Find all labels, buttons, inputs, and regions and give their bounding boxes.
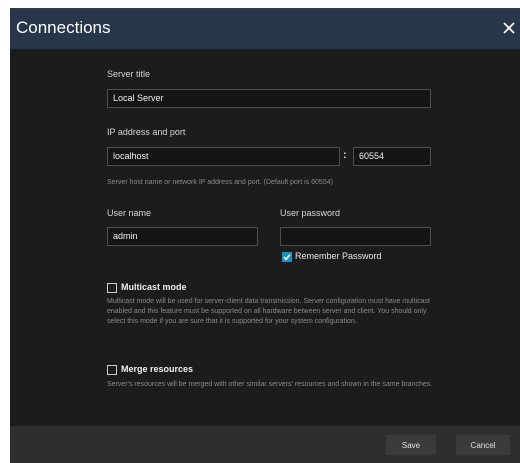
merge-resources-description: Server's resources will be merged with o… bbox=[107, 381, 433, 388]
remember-password-label[interactable]: Remember Password bbox=[295, 251, 382, 261]
username-input[interactable]: admin bbox=[107, 227, 258, 246]
server-title-input[interactable]: Local Server bbox=[107, 89, 431, 108]
dialog-title: Connections bbox=[16, 18, 111, 37]
remember-password-checkbox[interactable] bbox=[282, 252, 292, 262]
cancel-button[interactable]: Cancel bbox=[456, 435, 510, 455]
connections-dialog: Connections Server title Local Server IP… bbox=[10, 8, 520, 463]
password-label: User password bbox=[280, 208, 341, 218]
multicast-checkbox[interactable] bbox=[107, 283, 117, 293]
username-label: User name bbox=[107, 208, 152, 218]
ip-address-label: IP address and port bbox=[107, 127, 186, 137]
close-button[interactable] bbox=[499, 17, 519, 39]
server-title-label: Server title bbox=[107, 69, 151, 79]
host-input[interactable]: localhost bbox=[107, 147, 340, 166]
address-hint: Server host name or network IP address a… bbox=[107, 179, 333, 186]
merge-resources-checkbox[interactable] bbox=[107, 365, 117, 375]
close-icon bbox=[503, 22, 515, 34]
port-separator: : bbox=[343, 149, 347, 161]
dialog-footer: Save Cancel bbox=[10, 426, 520, 463]
checkmark-icon bbox=[283, 254, 291, 261]
title-bar: Connections bbox=[10, 9, 520, 49]
multicast-label[interactable]: Multicast mode bbox=[121, 282, 187, 292]
merge-resources-label[interactable]: Merge resources bbox=[121, 364, 193, 374]
password-input[interactable] bbox=[280, 227, 431, 246]
port-input[interactable]: 60554 bbox=[353, 147, 431, 166]
multicast-description: Multicast mode will be used for server-c… bbox=[107, 298, 430, 325]
save-button[interactable]: Save bbox=[386, 435, 436, 455]
